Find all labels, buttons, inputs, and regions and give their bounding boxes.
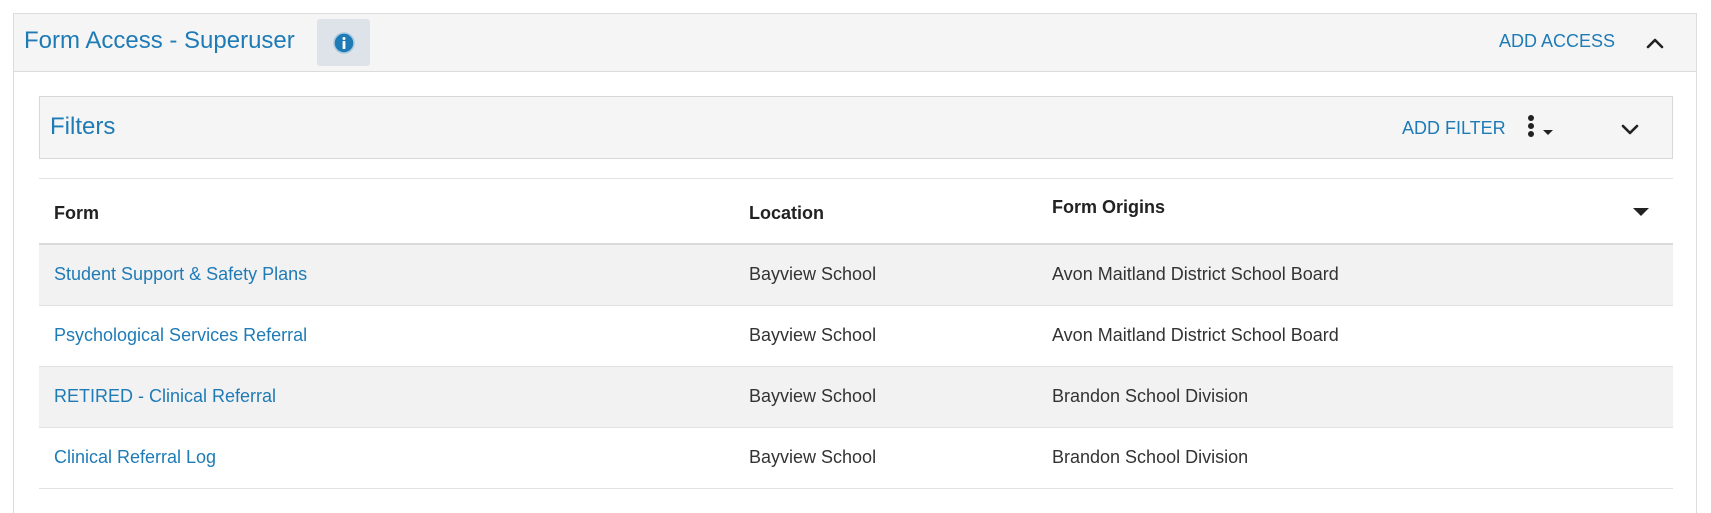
- table-row: Psychological Services Referral Bayview …: [39, 306, 1673, 367]
- location-cell: Bayview School: [749, 386, 877, 406]
- table-row: RETIRED - Clinical Referral Bayview Scho…: [39, 367, 1673, 428]
- filters-bar: Filters ADD FILTER: [39, 96, 1673, 159]
- chevron-up-icon[interactable]: [1641, 31, 1669, 55]
- table-header: Form Location Form Origins: [39, 179, 1673, 245]
- form-link[interactable]: RETIRED - Clinical Referral: [54, 386, 276, 407]
- form-origin-cell: Brandon School Division: [1052, 386, 1249, 406]
- forms-table: Form Location Form Origins Student Suppo…: [39, 178, 1673, 489]
- location-cell: Bayview School: [749, 447, 877, 467]
- add-filter-button[interactable]: ADD FILTER: [1402, 118, 1506, 139]
- kebab-menu-icon[interactable]: [1527, 114, 1557, 144]
- table-row: Clinical Referral Log Bayview School Bra…: [39, 428, 1673, 489]
- filters-title: Filters: [50, 113, 116, 140]
- location-cell: Bayview School: [749, 264, 877, 284]
- form-access-panel: Form Access - Superuser ADD ACCESS Filte…: [13, 13, 1697, 513]
- chevron-down-icon[interactable]: [1616, 117, 1644, 141]
- form-origin-cell: Brandon School Division: [1052, 447, 1249, 467]
- form-origin-cell: Avon Maitland District School Board: [1052, 325, 1339, 345]
- info-button[interactable]: [317, 19, 370, 66]
- column-header-location[interactable]: Location: [749, 203, 824, 224]
- form-link[interactable]: Student Support & Safety Plans: [54, 264, 307, 285]
- column-header-form-origins[interactable]: Form Origins: [1052, 197, 1165, 218]
- form-origin-cell: Avon Maitland District School Board: [1052, 264, 1339, 284]
- info-icon: [333, 32, 355, 54]
- form-link[interactable]: Psychological Services Referral: [54, 325, 307, 346]
- add-access-button[interactable]: ADD ACCESS: [1499, 31, 1615, 52]
- page-title: Form Access - Superuser: [24, 27, 295, 54]
- caret-down-icon[interactable]: [1631, 205, 1651, 219]
- form-link[interactable]: Clinical Referral Log: [54, 447, 216, 468]
- panel-header: Form Access - Superuser ADD ACCESS: [14, 14, 1696, 72]
- location-cell: Bayview School: [749, 325, 877, 345]
- table-row: Student Support & Safety Plans Bayview S…: [39, 245, 1673, 306]
- column-header-form[interactable]: Form: [54, 203, 99, 224]
